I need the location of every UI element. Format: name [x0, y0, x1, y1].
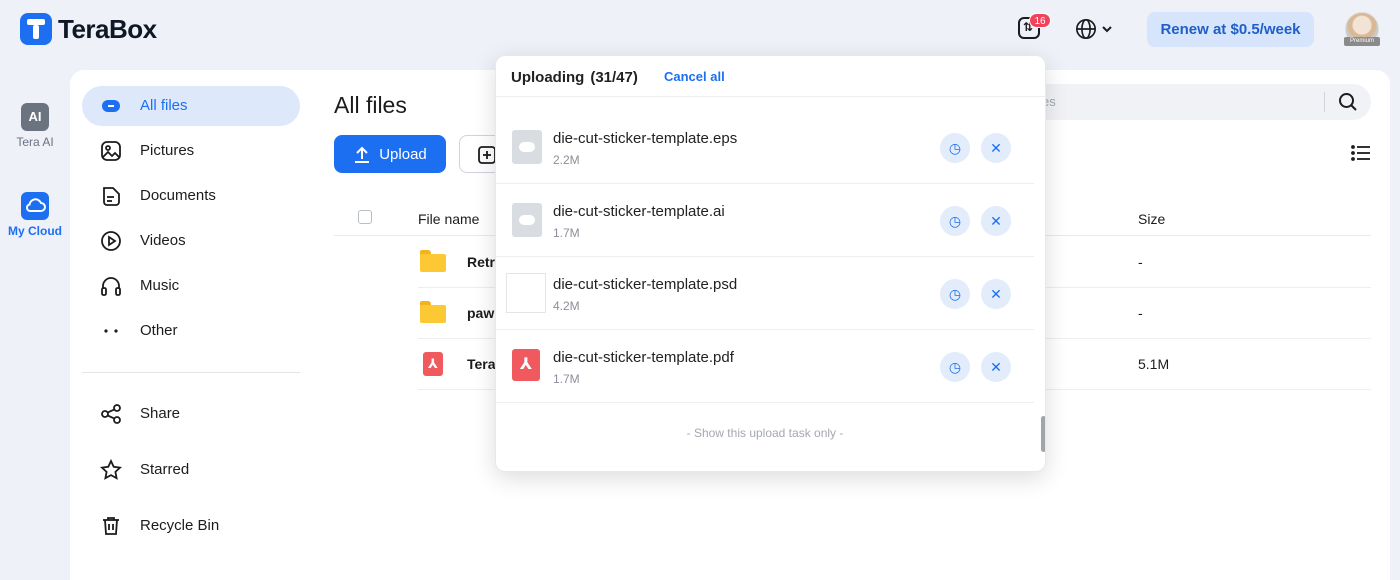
sidebar-item-music[interactable]: Music [82, 266, 300, 306]
new-folder-icon [478, 146, 496, 164]
cancel-all-button[interactable]: Cancel all [664, 69, 725, 84]
sidebar-item-label: Other [140, 322, 178, 339]
renew-button[interactable]: Renew at $0.5/week [1147, 12, 1314, 47]
upload-file-name: die-cut-sticker-template.ai [553, 203, 725, 220]
sidebar-item-starred[interactable]: Starred [82, 450, 300, 490]
file-name[interactable]: Retr [467, 254, 495, 270]
select-all-checkbox[interactable] [358, 210, 372, 224]
show-this-task-only-link[interactable]: - Show this upload task only - [496, 426, 1034, 440]
premium-tag: Premium [1344, 37, 1380, 46]
globe-icon [1076, 19, 1096, 39]
sidebar-item-share[interactable]: Share [82, 394, 300, 434]
sidebar: All files Pictures Documents Videos Musi… [70, 70, 314, 580]
file-size: - [1138, 254, 1143, 270]
sidebar-divider [82, 372, 300, 373]
chevron-down-icon [1102, 26, 1112, 33]
terabox-logo[interactable]: TeraBox [20, 13, 157, 45]
sidebar-item-all-files[interactable]: All files [82, 86, 300, 126]
upload-count: (31/47) [590, 69, 638, 86]
cloud-file-icon [512, 130, 542, 164]
upload-item: die-cut-sticker-template.ai 1.7M ◷ ✕ [496, 184, 1034, 257]
sidebar-item-label: Starred [140, 461, 190, 478]
sidebar-item-label: Pictures [140, 142, 195, 159]
column-size[interactable]: Size [1138, 211, 1165, 227]
sidebar-item-label: Share [140, 405, 181, 422]
uploading-label: Uploading [511, 69, 585, 86]
file-name[interactable]: paw [467, 305, 494, 321]
pause-clock-icon[interactable]: ◷ [940, 133, 970, 163]
trash-icon [100, 515, 122, 537]
upload-file-name: die-cut-sticker-template.psd [553, 276, 738, 293]
sidebar-item-pictures[interactable]: Pictures [82, 131, 300, 171]
sidebar-item-documents[interactable]: Documents [82, 176, 300, 216]
all-files-icon [100, 95, 122, 117]
upload-file-size: 4.2M [553, 299, 580, 313]
cloud-file-icon [512, 203, 542, 237]
videos-icon [100, 230, 122, 252]
search-icon[interactable] [1338, 92, 1358, 112]
upload-button[interactable]: Upload [334, 135, 446, 173]
transfer-count-badge: 16 [1029, 13, 1051, 28]
pause-clock-icon[interactable]: ◷ [940, 279, 970, 309]
close-icon[interactable]: ✕ [981, 206, 1011, 236]
upload-icon [355, 146, 370, 163]
app-name: TeraBox [58, 13, 157, 44]
popup-scrollbar-thumb[interactable] [1041, 416, 1045, 452]
upload-file-size: 2.2M [553, 153, 580, 167]
file-size: - [1138, 305, 1143, 321]
file-name[interactable]: Tera [467, 356, 496, 372]
pdf-icon: ⅄ [423, 352, 443, 376]
cloud-icon [21, 192, 49, 220]
popup-scrollbar-track[interactable] [1039, 101, 1045, 469]
upload-item: die-cut-sticker-template.psd 4.2M ◷ ✕ [496, 257, 1034, 330]
documents-icon [100, 185, 122, 207]
upload-item: ⅄ die-cut-sticker-template.pdf 1.7M ◷ ✕ [496, 330, 1034, 403]
sidebar-item-label: Videos [140, 232, 186, 249]
top-header: TeraBox ⇅ 16 Renew at $0.5/week Premium [0, 0, 1400, 60]
rail-label: Tera AI [16, 135, 54, 149]
language-selector[interactable] [1075, 18, 1113, 40]
upload-progress-popup: Uploading (31/47) Cancel all die-cut-stic… [495, 55, 1046, 472]
page-title: All files [334, 92, 407, 118]
search-input[interactable]: es [1014, 84, 1371, 120]
folder-icon [420, 250, 446, 272]
rail-item-my-cloud[interactable]: My Cloud [0, 192, 70, 238]
close-icon[interactable]: ✕ [981, 352, 1011, 382]
sidebar-item-label: Documents [140, 187, 216, 204]
pause-clock-icon[interactable]: ◷ [940, 206, 970, 236]
ai-icon: AI [21, 103, 49, 131]
folder-icon [420, 301, 446, 323]
pause-clock-icon[interactable]: ◷ [940, 352, 970, 382]
pdf-file-icon: ⅄ [512, 349, 540, 381]
popup-title: Uploading (31/47) [511, 69, 638, 86]
blank-file-icon [506, 273, 546, 313]
star-icon [99, 458, 123, 481]
upload-file-size: 1.7M [553, 226, 580, 240]
file-size: 5.1M [1138, 356, 1170, 372]
share-icon [100, 403, 122, 425]
pictures-icon [100, 140, 122, 162]
close-icon[interactable]: ✕ [981, 279, 1011, 309]
sidebar-item-other[interactable]: Other [82, 311, 300, 351]
upload-file-name: die-cut-sticker-template.pdf [553, 349, 734, 366]
list-view-icon[interactable] [1351, 144, 1371, 162]
upload-file-name: die-cut-sticker-template.eps [553, 130, 738, 147]
search-divider [1324, 92, 1325, 112]
upload-label: Upload [379, 145, 427, 163]
close-icon[interactable]: ✕ [981, 133, 1011, 163]
upload-item: die-cut-sticker-template.eps 2.2M ◷ ✕ [496, 111, 1034, 184]
upload-file-size: 1.7M [553, 372, 580, 386]
music-icon [100, 275, 122, 297]
rail-label: My Cloud [8, 224, 62, 238]
popup-header: Uploading (31/47) Cancel all [496, 56, 1045, 97]
sidebar-item-label: Music [140, 277, 180, 294]
column-file-name[interactable]: File name [418, 211, 479, 227]
other-icon [100, 320, 122, 342]
sidebar-item-label: All files [140, 97, 188, 114]
terabox-logo-icon [20, 13, 52, 45]
sidebar-item-label: Recycle Bin [140, 517, 220, 534]
rail-item-tera-ai[interactable]: AI Tera AI [0, 103, 70, 149]
sidebar-item-videos[interactable]: Videos [82, 221, 300, 261]
sidebar-item-recycle-bin[interactable]: Recycle Bin [82, 506, 300, 546]
